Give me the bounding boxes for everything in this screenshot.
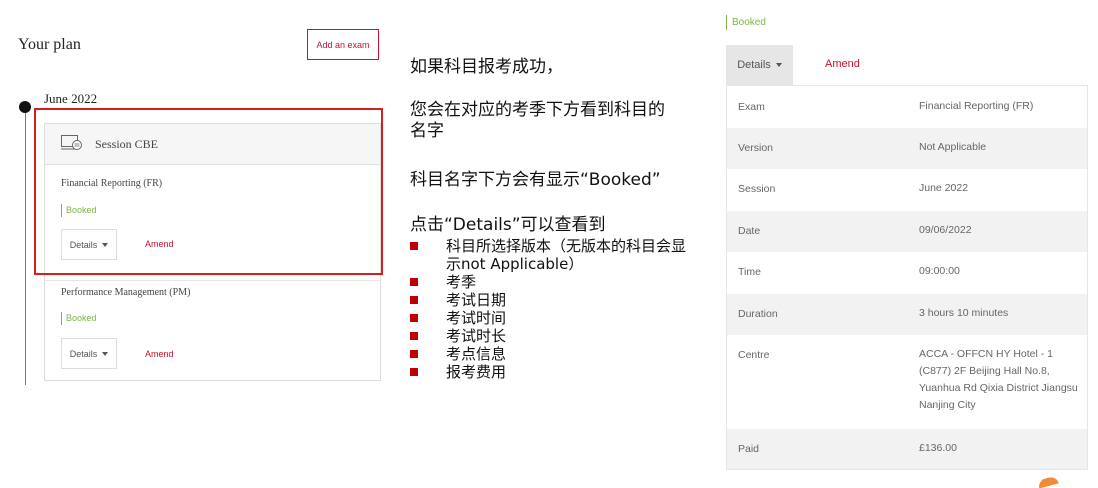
annotation-bullet-list: 科目所选择版本（无版本的科目会显示not Applicable） 考季 考试日期… — [410, 237, 696, 381]
table-row: Centre ACCA - OFFCN HY Hotel - 1 (C877) … — [727, 335, 1087, 429]
season-label: June 2022 — [44, 91, 98, 106]
row-label: Paid — [738, 443, 760, 455]
bullet-square-icon — [410, 242, 418, 250]
bullet-square-icon — [410, 332, 418, 340]
annotation-line-1: 如果科目报考成功， — [410, 57, 563, 77]
dropdown-caret-icon — [775, 63, 782, 67]
row-value: Not Applicable — [919, 141, 987, 153]
timeline-dot-icon — [19, 101, 31, 113]
booked-status: Booked — [726, 15, 766, 30]
table-row: Time 09:00:00 — [727, 252, 1087, 294]
row-value: £136.00 — [919, 442, 957, 454]
details-dropdown-button[interactable]: Details — [61, 338, 117, 369]
plan-title: Your plan — [18, 36, 81, 53]
bullet-square-icon — [410, 314, 418, 322]
row-label: Centre — [738, 349, 770, 361]
row-value: June 2022 — [919, 182, 969, 194]
table-row: Exam Financial Reporting (FR) — [727, 86, 1087, 128]
row-value: Financial Reporting (FR) — [919, 100, 1034, 112]
exam-name: Performance Management (PM) — [61, 287, 191, 298]
add-exam-button[interactable]: Add an exam — [307, 29, 379, 60]
annotation-line-2a: 您会在对应的考季下方看到科目的 — [410, 100, 665, 120]
amend-link[interactable]: Amend — [145, 349, 174, 359]
bullet-square-icon — [410, 278, 418, 286]
row-value: 09/06/2022 — [919, 224, 972, 236]
row-label: Exam — [738, 101, 765, 113]
list-item: 考点信息 — [410, 345, 696, 363]
highlight-box — [34, 108, 383, 275]
row-label: Date — [738, 225, 761, 237]
bullet-square-icon — [410, 296, 418, 304]
list-item: 报考费用 — [410, 363, 696, 381]
list-item: 考试时长 — [410, 327, 696, 345]
booked-status: Booked — [61, 312, 97, 325]
annotation-line-4: 点击“Details”可以查看到 — [410, 215, 606, 235]
amend-link[interactable]: Amend — [825, 58, 860, 70]
table-row: Duration 3 hours 10 minutes — [727, 294, 1087, 335]
exam-details-table: Exam Financial Reporting (FR) Version No… — [726, 85, 1088, 470]
details-label: Details — [737, 59, 771, 71]
details-label: Details — [69, 348, 98, 359]
decorative-shape — [1037, 475, 1059, 488]
table-row: Date 09/06/2022 — [727, 211, 1087, 252]
annotation-line-2b: 名字 — [410, 121, 444, 141]
row-label: Time — [738, 266, 761, 278]
row-value: ACCA - OFFCN HY Hotel - 1 (C877) 2F Beij… — [919, 348, 1078, 411]
row-value: 3 hours 10 minutes — [919, 307, 1009, 319]
row-value: 09:00:00 — [919, 265, 960, 277]
list-item: 考试时间 — [410, 309, 696, 327]
dropdown-caret-icon — [102, 351, 109, 356]
row-label: Version — [738, 142, 774, 154]
bullet-square-icon — [410, 350, 418, 358]
table-row: Session June 2022 — [727, 169, 1087, 211]
timeline-line — [25, 107, 26, 385]
list-item: 考试日期 — [410, 291, 696, 309]
bullet-square-icon — [410, 368, 418, 376]
list-item: 考季 — [410, 273, 696, 291]
annotation-line-3: 科目名字下方会有显示“Booked” — [410, 170, 661, 190]
row-label: Duration — [738, 308, 778, 320]
divider — [45, 280, 380, 281]
row-label: Session — [738, 183, 776, 195]
table-row: Paid £136.00 — [727, 429, 1087, 469]
details-dropdown-button[interactable]: Details — [726, 45, 793, 85]
list-item: 科目所选择版本（无版本的科目会显示not Applicable） — [410, 237, 696, 273]
table-row: Version Not Applicable — [727, 128, 1087, 169]
